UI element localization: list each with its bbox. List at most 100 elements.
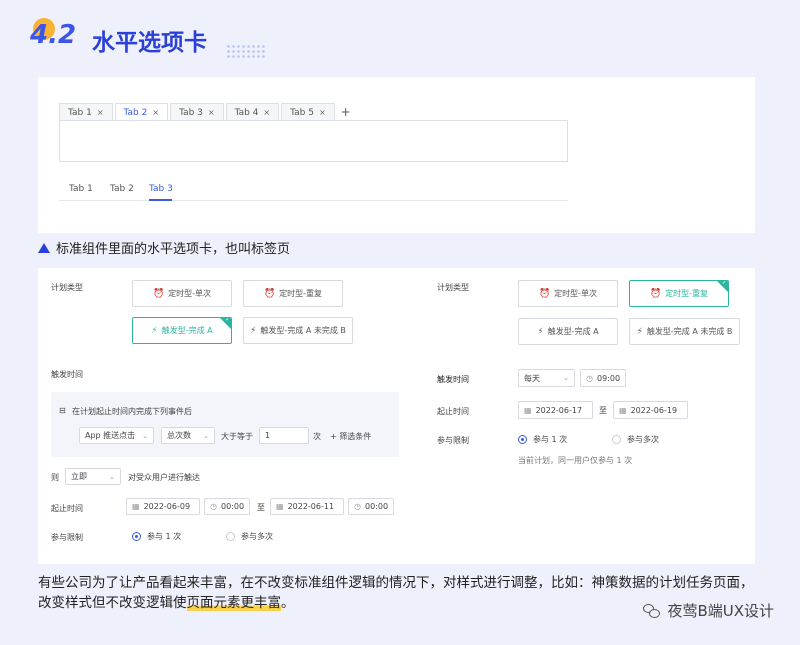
footer-highlight: 页面元素更丰富 <box>186 595 281 611</box>
radio-dot <box>226 532 235 541</box>
lightning-icon: ⚡ <box>636 326 643 337</box>
lightning-icon: ⚡ <box>250 325 257 336</box>
then-select[interactable]: 立即 ⌄ <box>65 468 121 485</box>
to-text: 至 <box>257 503 265 512</box>
event-select-value: App 推送点击 <box>85 431 136 440</box>
limit-label: 参与限制 <box>51 533 83 542</box>
trigger-time-label: 触发时间 <box>51 370 83 379</box>
plan-card-label: 定时型-重复 <box>279 289 323 298</box>
plan-card-timed-repeat[interactable]: ⏰ 定时型-重复 <box>243 280 343 307</box>
radio-limit-many[interactable]: 参与多次 <box>226 531 273 542</box>
filter-label: 筛选条件 <box>339 432 372 441</box>
plan-card-timed-repeat-right[interactable]: ⏰ 定时型-重复 ✓ <box>629 280 729 307</box>
active-tab-indicator <box>149 199 172 201</box>
tab-label: Tab 5 <box>290 107 314 118</box>
close-icon[interactable]: × <box>97 108 104 117</box>
compare-text: 大于等于 <box>221 432 253 441</box>
card-tab-5[interactable]: Tab 5 × <box>281 103 335 121</box>
then-label: 则 <box>51 473 59 482</box>
triangle-up-icon <box>38 242 50 253</box>
card-tab-3[interactable]: Tab 3 × <box>170 103 224 121</box>
end-date-input[interactable]: ▦ 2022-06-11 <box>270 498 344 515</box>
close-icon[interactable]: × <box>263 108 270 117</box>
line-tab-2[interactable]: Tab 2 <box>110 184 134 194</box>
alarm-clock-icon: ⏰ <box>152 288 165 299</box>
card-tab-2[interactable]: Tab 2 × <box>114 103 169 121</box>
range-label: 起止时间 <box>51 504 83 513</box>
close-icon[interactable]: × <box>152 108 159 117</box>
line-tab-3[interactable]: Tab 3 <box>149 184 173 194</box>
metric-select[interactable]: 总次数 ⌄ <box>161 427 215 444</box>
line-tabs: Tab 1 Tab 2 Tab 3 <box>59 181 568 201</box>
time-input[interactable]: ◷ 09:00 <box>580 369 626 387</box>
plan-card-trigger-a-right[interactable]: ⚡ 触发型-完成 A <box>518 318 618 345</box>
line-tab-1[interactable]: Tab 1 <box>69 184 93 194</box>
tab-label: Tab 2 <box>123 107 148 118</box>
count-input[interactable]: 1 <box>259 427 309 444</box>
start-date-value: 2022-06-17 <box>535 405 583 415</box>
plan-type-label-right: 计划类型 <box>437 283 469 292</box>
collapse-icon[interactable]: ⊟ <box>59 406 66 415</box>
calendar-icon: ▦ <box>524 405 532 415</box>
start-time-input[interactable]: ◷ 00:00 <box>204 498 250 515</box>
end-date-input-right[interactable]: ▦ 2022-06-19 <box>613 401 688 419</box>
radio-limit-once[interactable]: 参与 1 次 <box>132 531 181 542</box>
standard-tabs-panel: Tab 1 × Tab 2 × Tab 3 × Tab 4 × Tab 5 × + Tab… <box>38 77 755 233</box>
tab-label: Tab 4 <box>234 107 259 118</box>
plan-card-label: 触发型-完成 A 未完成 B <box>260 326 346 335</box>
add-filter-button[interactable]: + 筛选条件 <box>330 431 371 442</box>
clock-icon: ◷ <box>354 502 361 511</box>
tab-label: Tab 1 <box>68 107 92 118</box>
count-value: 1 <box>265 431 271 440</box>
close-icon[interactable]: × <box>208 108 215 117</box>
plan-card-trigger-a-not-b[interactable]: ⚡ 触发型-完成 A 未完成 B <box>243 317 353 344</box>
chevron-down-icon: ⌄ <box>109 472 115 481</box>
start-date-value: 2022-06-09 <box>143 502 191 511</box>
section-number: 4.2 <box>30 20 77 50</box>
radio-dot <box>612 435 621 444</box>
metric-select-value: 总次数 <box>167 431 191 440</box>
plan-card-timed-once[interactable]: ⏰ 定时型-单次 <box>132 280 232 307</box>
styled-example-panel: 计划类型 ⏰ 定时型-单次 ⏰ 定时型-重复 ⚡ 触发型-完成 A ✓ ⚡ 触发型-完成 … <box>38 268 755 564</box>
plan-card-timed-once-right[interactable]: ⏰ 定时型-单次 <box>518 280 618 307</box>
end-time-value: 00:00 <box>364 502 389 511</box>
alarm-clock-icon: ⏰ <box>649 288 662 299</box>
caption: 标准组件里面的水平选项卡，也叫标签页 <box>38 238 290 257</box>
radio-label: 参与 1 次 <box>147 532 182 541</box>
plan-card-label: 触发型-完成 A 未完成 B <box>646 327 733 336</box>
plan-type-label: 计划类型 <box>51 283 83 292</box>
add-tab-icon[interactable]: + <box>341 103 351 121</box>
radio-label: 参与多次 <box>627 435 659 444</box>
card-tab-4[interactable]: Tab 4 × <box>225 103 280 121</box>
radio-dot-checked <box>518 435 527 444</box>
frequency-select[interactable]: 每天 ⌄ <box>518 369 575 387</box>
clock-icon: ◷ <box>210 502 217 511</box>
event-select[interactable]: App 推送点击 ⌄ <box>79 427 154 444</box>
plan-card-trigger-a-not-b-right[interactable]: ⚡ 触发型-完成 A 未完成 B <box>629 318 740 345</box>
to-text-right: 至 <box>599 406 607 415</box>
end-time-input[interactable]: ◷ 00:00 <box>348 498 394 515</box>
radio-label: 参与多次 <box>241 532 273 541</box>
trigger-time-label-right: 触发时间 <box>437 375 469 384</box>
clock-icon: ◷ <box>586 373 593 383</box>
frequency-value: 每天 <box>524 373 540 383</box>
radio-limit-many-right[interactable]: 参与多次 <box>612 434 659 445</box>
condition-title: 在计划起止时间内完成下列事件后 <box>72 407 192 416</box>
tab-label: Tab 3 <box>179 107 203 118</box>
radio-limit-once-right[interactable]: 参与 1 次 <box>518 434 567 445</box>
caption-text: 标准组件里面的水平选项卡，也叫标签页 <box>56 242 291 257</box>
start-date-input[interactable]: ▦ 2022-06-09 <box>126 498 200 515</box>
lightning-icon: ⚡ <box>537 326 544 337</box>
close-icon[interactable]: × <box>319 108 326 117</box>
chevron-down-icon: ⌄ <box>142 431 148 440</box>
condition-box: ⊟ 在计划起止时间内完成下列事件后 App 推送点击 ⌄ 总次数 ⌄ 大于等于 1 … <box>51 392 399 457</box>
check-icon: ✓ <box>224 317 230 323</box>
plan-card-label: 定时型-重复 <box>665 289 709 298</box>
start-date-input-right[interactable]: ▦ 2022-06-17 <box>518 401 593 419</box>
card-tab-1[interactable]: Tab 1 × <box>59 103 113 121</box>
check-icon: ✓ <box>721 280 727 286</box>
plan-card-label: 定时型-单次 <box>554 289 598 298</box>
card-tabs: Tab 1 × Tab 2 × Tab 3 × Tab 4 × Tab 5 × + <box>59 103 351 121</box>
calendar-icon: ▦ <box>619 405 627 415</box>
plan-card-trigger-a[interactable]: ⚡ 触发型-完成 A ✓ <box>132 317 232 344</box>
